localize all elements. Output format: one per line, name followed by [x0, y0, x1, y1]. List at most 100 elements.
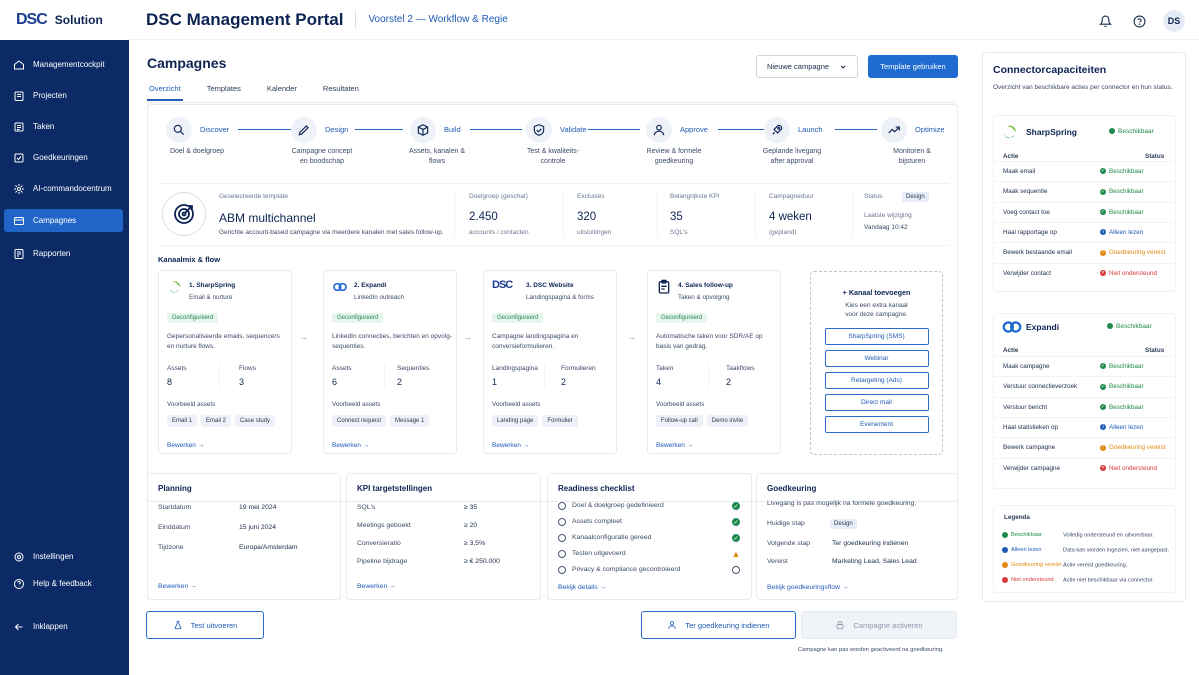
edit-link[interactable]: Bewerken → — [158, 583, 197, 590]
row-value: ≥ 20 — [464, 522, 478, 529]
channel-card-expandi[interactable]: 2. Expandi LinkedIn outreach Geconfigure… — [323, 270, 457, 454]
app-title: DSC Management Portal — [146, 9, 344, 29]
action-row: Bewerk bestaande email! Goedkeuring verei… — [993, 242, 1176, 262]
edit-link[interactable]: Bewerken → — [656, 442, 693, 449]
channel-type: LinkedIn outreach — [354, 294, 405, 301]
sidebar-item-projecten[interactable]: Projecten — [4, 84, 123, 107]
status-ok-icon: ✓ — [1100, 363, 1106, 370]
new-campaign-dropdown[interactable]: Nieuwe campagne — [756, 55, 858, 78]
asset-chip[interactable]: Follow-up call — [656, 415, 703, 427]
add-channel-option[interactable]: Direct mail — [824, 394, 929, 411]
metric-label: Flows — [239, 365, 256, 372]
bell-icon[interactable] — [1095, 11, 1115, 31]
channel-desc: Gepersonaliseerde emails, sequencers en … — [167, 333, 280, 350]
metric-label: Campagneduur — [769, 193, 814, 200]
metric-value: 4 weken — [769, 211, 812, 223]
lock-icon — [837, 620, 844, 630]
legend-desc: Data kan worden ingezien, niet aangepast… — [1063, 547, 1170, 554]
chevron-down-icon — [840, 65, 846, 69]
tab-resultaten[interactable]: Resultaten — [321, 84, 361, 101]
action-row: Maak campagne ✓ Beschikbaar — [993, 356, 1176, 376]
add-channel-option[interactable]: SharpSpring (SMS) — [824, 328, 929, 345]
add-channel-option[interactable]: Retargeting (Ads) — [824, 372, 929, 389]
asset-chip[interactable]: Case study — [235, 415, 276, 427]
asset-chip[interactable]: Email 1 — [167, 415, 198, 427]
sidebar-item-managementcockpit[interactable]: Managementcockpit — [4, 53, 123, 76]
channel-card-sharpspring[interactable]: 1. SharpSpring Email & nurture Geconfigu… — [158, 270, 292, 454]
page-title: Campagnes — [147, 55, 227, 71]
add-channel-option[interactable]: Webinar — [824, 350, 929, 367]
avatar[interactable]: DS — [1163, 10, 1185, 32]
status-err-icon: × — [1100, 269, 1106, 276]
step-label: Validate — [560, 125, 587, 134]
help-icon[interactable] — [1129, 11, 1149, 31]
channel-desc: LinkedIn connecties, berichten en opvolg… — [332, 333, 452, 350]
asset-chip[interactable]: Formulier — [542, 415, 578, 427]
asset-chip[interactable]: Message 1 — [390, 415, 430, 427]
activate-button[interactable]: Campagne activeren — [801, 611, 957, 639]
status-info-icon: i — [1100, 424, 1106, 431]
row-value: 19 mei 2024 — [239, 504, 277, 511]
action-row: Verstuur bericht ✓ Beschikbaar — [993, 396, 1176, 417]
action-label: Maak email — [1003, 168, 1036, 175]
workflow-step-launch[interactable]: Launch Geplande livegang after approval — [763, 117, 884, 177]
sidebar-item-instellingen[interactable]: Instellingen — [4, 545, 123, 568]
action-row: Bewerk campagne! Goedkeuring vereist — [993, 437, 1176, 457]
approval-flow-link[interactable]: Bekijk goedkeuringsflow → — [767, 584, 849, 591]
channel-card-sales-followup[interactable]: 4. Sales follow-up Taken & opvolging Gec… — [647, 270, 781, 454]
asset-chip[interactable]: Landing page — [492, 415, 539, 427]
connector-name: SharpSpring — [1026, 127, 1078, 137]
workflow-step-validate[interactable]: Validate Test & kwaliteits- controle — [526, 117, 646, 177]
sidebar-item-help[interactable]: Help & feedback — [4, 572, 123, 595]
edit-link[interactable]: Bewerken → — [332, 442, 369, 449]
workflow-step-discover[interactable]: Discover Doel & doelgroep — [166, 117, 286, 177]
step-desc: Monitoren & bijsturen — [893, 148, 931, 165]
channel-name: 1. SharpSpring — [189, 282, 236, 289]
legend-row: Alleen lezen Data kan worden ingezien, ni… — [1002, 547, 1169, 553]
assets-label: Voorbeeld assets — [492, 401, 541, 408]
submit-approval-button[interactable]: Ter goedkeuring indienen — [641, 611, 796, 639]
asset-chip[interactable]: Demo invite — [706, 415, 749, 427]
action-row: Maak email ✓ Beschikbaar — [993, 161, 1176, 181]
metric-value: 320 — [577, 211, 597, 223]
target-icon — [162, 192, 206, 236]
tab-templates[interactable]: Templates — [205, 84, 243, 101]
sidebar-collapse[interactable]: Inklappen — [4, 615, 123, 638]
workflow-step-approve[interactable]: Approve Review & formele goedkeuring — [646, 117, 766, 177]
edit-link[interactable]: Bewerken → — [167, 442, 204, 449]
edit-link[interactable]: Bewerken → — [492, 442, 529, 449]
brand-logo[interactable]: DSC Solution — [0, 0, 129, 40]
asset-chip[interactable]: Connect request — [332, 415, 387, 427]
status-text: Beschikbaar — [1109, 208, 1144, 216]
step-desc: Review & formele goedkeuring — [646, 148, 702, 165]
step-desc: Assets, kanalen & flows — [408, 148, 466, 165]
legend-status: Goedkeuring vereist — [1011, 562, 1062, 569]
campaign-overview-card: Discover Doel & doelgroep Design Campagn… — [147, 104, 958, 502]
metric-label: Exclusies — [577, 193, 605, 200]
panel-desc: Overzicht van beschikbare acties per con… — [993, 84, 1173, 91]
step-desc: Test & kwaliteits- controle — [526, 148, 580, 165]
asset-chip[interactable]: Email 2 — [201, 415, 232, 427]
add-channel-option[interactable]: Evenement — [824, 416, 929, 433]
sidebar-item-campagnes[interactable]: Campagnes — [4, 209, 123, 232]
action-label: Voeg contact toe — [1003, 208, 1050, 216]
action-status: ✓ Beschikbaar — [1100, 188, 1144, 195]
workflow-step-design[interactable]: Design Campagne concept en boodschap — [291, 117, 411, 177]
details-link[interactable]: Bekijk details → — [558, 584, 606, 591]
brand-name: Solution — [54, 13, 103, 27]
sidebar-item-goedkeuringen[interactable]: Goedkeuringen — [4, 146, 123, 169]
use-template-button[interactable]: Template gebruiken — [868, 55, 958, 78]
test-button[interactable]: Test uitvoeren — [146, 611, 264, 639]
status-ok-icon: ✓ — [1100, 168, 1106, 175]
connector-panel: Connectorcapaciteiten Overzicht van besc… — [982, 52, 1186, 602]
sidebar-item-ai-commandocentrum[interactable]: AI-commandocentrum — [4, 177, 123, 200]
channel-card-dsc-website[interactable]: DSC 3. DSC Website Landingspagina & form… — [483, 270, 617, 454]
sidebar-item-taken[interactable]: Taken — [4, 115, 123, 138]
panel-title: Connectorcapaciteiten — [993, 64, 1107, 76]
tab-overzicht[interactable]: Overzicht — [147, 84, 183, 101]
sidebar-item-rapporten[interactable]: Rapporten — [4, 242, 123, 265]
edit-link[interactable]: Bewerken → — [357, 583, 396, 590]
workflow-step-build[interactable]: Build Assets, kanalen & flows — [409, 117, 530, 177]
tab-kalender[interactable]: Kalender — [265, 84, 299, 101]
status-text: Beschikbaar — [1109, 383, 1144, 391]
